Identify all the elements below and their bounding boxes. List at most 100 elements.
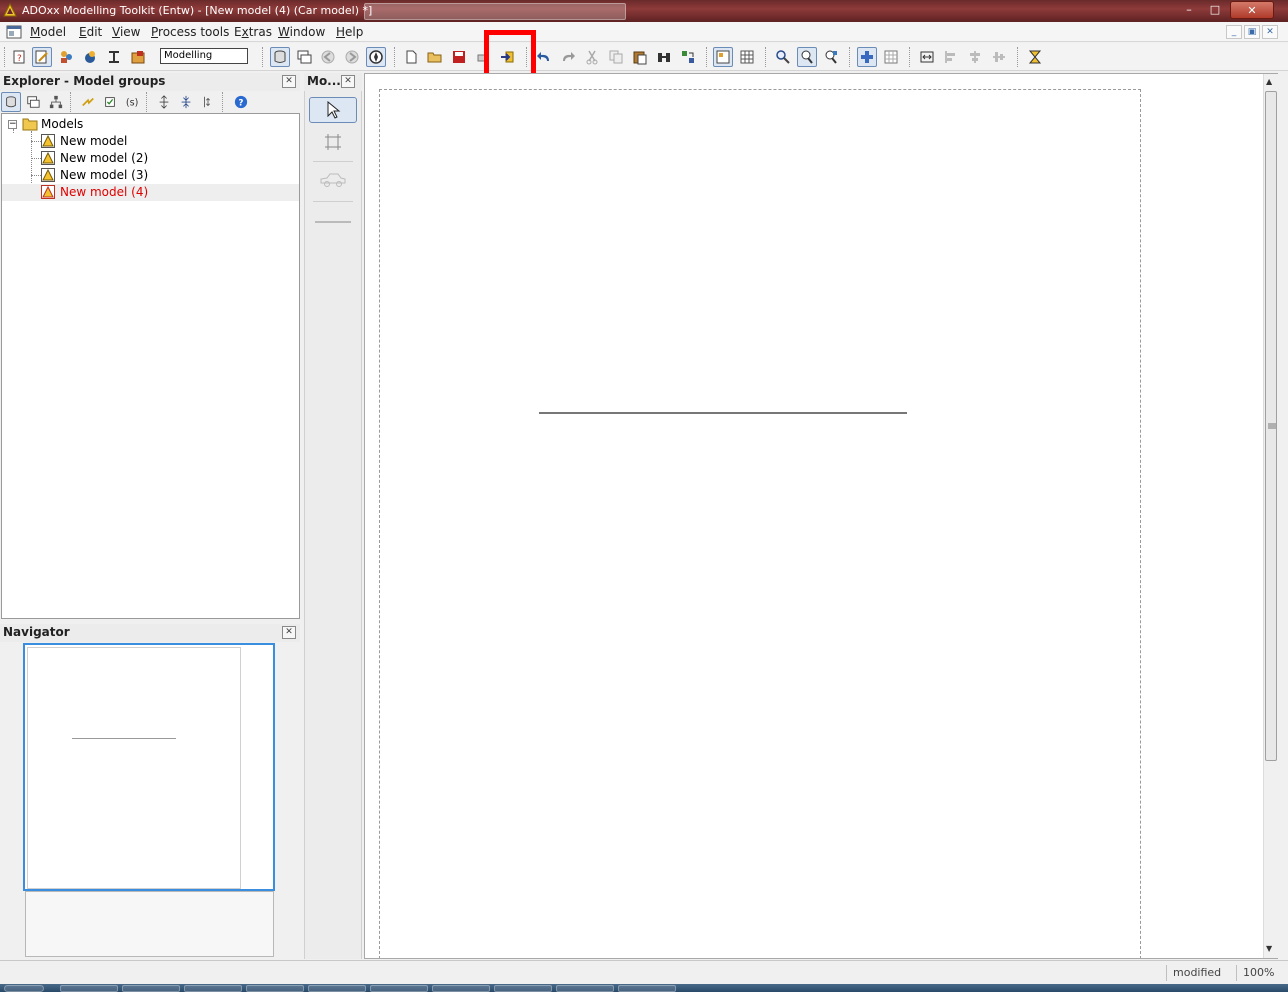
- database-icon: [274, 50, 286, 63]
- menu-model[interactable]: Model: [30, 25, 66, 39]
- modelling-bar-separator: [313, 201, 353, 202]
- swimlane-tool-button[interactable]: [321, 131, 345, 153]
- model-groups-view-button[interactable]: [1, 92, 21, 112]
- menu-edit[interactable]: Edit: [79, 25, 102, 39]
- taskbar-item[interactable]: [618, 985, 676, 992]
- mode-select[interactable]: Modelling: [160, 48, 248, 64]
- car-class-tool-button[interactable]: [317, 169, 349, 191]
- modelling-bar-close-button[interactable]: ✕: [341, 75, 355, 88]
- vertical-scrollbar[interactable]: ▲ ▼: [1263, 74, 1278, 958]
- paste-button[interactable]: [630, 47, 650, 67]
- tree-node-model-selected[interactable]: New model (4): [2, 184, 299, 201]
- document-window-icon[interactable]: [6, 25, 22, 39]
- search-button[interactable]: [654, 47, 674, 67]
- binoculars-icon: [658, 53, 670, 62]
- tabular-view-button[interactable]: [737, 47, 757, 67]
- relation-tool-button[interactable]: [313, 215, 353, 229]
- menu-process-tools[interactable]: Process tools: [151, 25, 229, 39]
- align-center-button[interactable]: [965, 47, 985, 67]
- model-list-view-button[interactable]: [23, 92, 43, 112]
- cursor-arrow-icon: [327, 101, 341, 119]
- zoom-fit-button[interactable]: [797, 47, 817, 67]
- zoom-selection-button[interactable]: [821, 47, 841, 67]
- copy-button[interactable]: [606, 47, 626, 67]
- taskbar-item[interactable]: [122, 985, 180, 992]
- save-model-button[interactable]: [449, 47, 469, 67]
- tree-node-model[interactable]: New model (2): [2, 150, 299, 167]
- undo-button[interactable]: [534, 47, 554, 67]
- help-button[interactable]: ?: [231, 92, 251, 112]
- graphical-view-button[interactable]: [713, 47, 733, 67]
- explorer-close-button[interactable]: ✕: [282, 75, 296, 88]
- redo-button[interactable]: [558, 47, 578, 67]
- snap-grid-button[interactable]: [857, 47, 877, 67]
- open-model-button[interactable]: [425, 47, 445, 67]
- tree-node-model[interactable]: New model (3): [2, 167, 299, 184]
- windows-button[interactable]: [294, 47, 314, 67]
- analysis-component-button[interactable]: [56, 47, 76, 67]
- zoom-button[interactable]: [773, 47, 793, 67]
- back-button[interactable]: [318, 47, 338, 67]
- explorer-toggle-button[interactable]: [270, 47, 290, 67]
- taskbar-item[interactable]: [308, 985, 366, 992]
- navigator-close-button[interactable]: ✕: [282, 626, 296, 639]
- align-left-icon: [945, 51, 955, 63]
- start-button[interactable]: [4, 985, 44, 992]
- toolbar-separator: [1017, 47, 1018, 67]
- acquisition-component-button[interactable]: ?: [9, 47, 29, 67]
- mdi-restore-button[interactable]: ▣: [1244, 25, 1260, 39]
- network-icon: [109, 51, 119, 63]
- refresh-button[interactable]: [78, 92, 98, 112]
- taskbar-item[interactable]: [246, 985, 304, 992]
- scroll-up-arrow-icon[interactable]: ▲: [1266, 77, 1272, 86]
- menu-mnemonic: x: [241, 25, 249, 39]
- menu-help[interactable]: Help: [336, 25, 363, 39]
- forward-button[interactable]: [342, 47, 362, 67]
- expand-all-button[interactable]: [154, 92, 174, 112]
- model-properties-button[interactable]: [100, 92, 120, 112]
- hierarchy-view-button[interactable]: [46, 92, 66, 112]
- menu-extras[interactable]: Extras: [234, 25, 272, 39]
- select-tool-button[interactable]: [309, 97, 357, 123]
- taskbar-item[interactable]: [432, 985, 490, 992]
- new-model-button[interactable]: [401, 47, 421, 67]
- tree-node-models[interactable]: − Models: [2, 116, 299, 133]
- expand-level-button[interactable]: [198, 92, 218, 112]
- navigator-toggle-button[interactable]: [366, 47, 386, 67]
- simulation-component-button[interactable]: [80, 47, 100, 67]
- database-icon: [6, 96, 16, 108]
- filter-button[interactable]: (s): [122, 92, 142, 112]
- show-grid-button[interactable]: [881, 47, 901, 67]
- model-connector-line[interactable]: [539, 412, 907, 414]
- tree-hierarchy-icon: [49, 95, 63, 109]
- tree-node-model[interactable]: New model: [2, 133, 299, 150]
- modelling-component-button[interactable]: [32, 47, 52, 67]
- taskbar-item[interactable]: [184, 985, 242, 992]
- maximize-button[interactable]: □: [1202, 1, 1228, 19]
- align-vertical-button[interactable]: [989, 47, 1009, 67]
- align-left-button[interactable]: [941, 47, 961, 67]
- align-horizontal-button[interactable]: [917, 47, 937, 67]
- close-button[interactable]: ✕: [1230, 1, 1274, 19]
- replace-button[interactable]: [678, 47, 698, 67]
- scrollbar-thumb[interactable]: [1265, 91, 1277, 761]
- collapse-all-button[interactable]: [176, 92, 196, 112]
- minimize-button[interactable]: –: [1176, 1, 1202, 19]
- evaluation-component-button[interactable]: [104, 47, 124, 67]
- simulation-run-button[interactable]: [1025, 47, 1045, 67]
- navigator-page-preview-next: [25, 891, 274, 957]
- model-drawing-area[interactable]: [364, 73, 1278, 959]
- taskbar-item[interactable]: [370, 985, 428, 992]
- scroll-down-arrow-icon[interactable]: ▼: [1266, 944, 1272, 953]
- mdi-close-button[interactable]: ✕: [1262, 25, 1278, 39]
- cut-button[interactable]: [582, 47, 602, 67]
- tree-expander[interactable]: −: [8, 120, 17, 129]
- menu-view[interactable]: View: [112, 25, 140, 39]
- taskbar-item[interactable]: [494, 985, 552, 992]
- mdi-minimize-button[interactable]: _: [1226, 25, 1242, 39]
- title-bar[interactable]: ADOxx Modelling Toolkit (Entw) - [New mo…: [0, 0, 1288, 22]
- menu-window[interactable]: Window: [278, 25, 325, 39]
- taskbar-item[interactable]: [556, 985, 614, 992]
- taskbar-item[interactable]: [60, 985, 118, 992]
- import-export-component-button[interactable]: [128, 47, 148, 67]
